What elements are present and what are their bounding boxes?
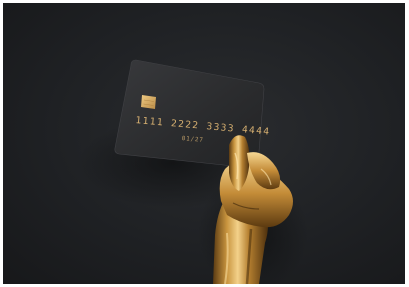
chip-icon [141,95,156,109]
photo: 1111 2222 3333 4444 01/27 [3,3,405,284]
scene [78,59,308,284]
image-frame: 1111 2222 3333 4444 01/27 [0,0,409,287]
